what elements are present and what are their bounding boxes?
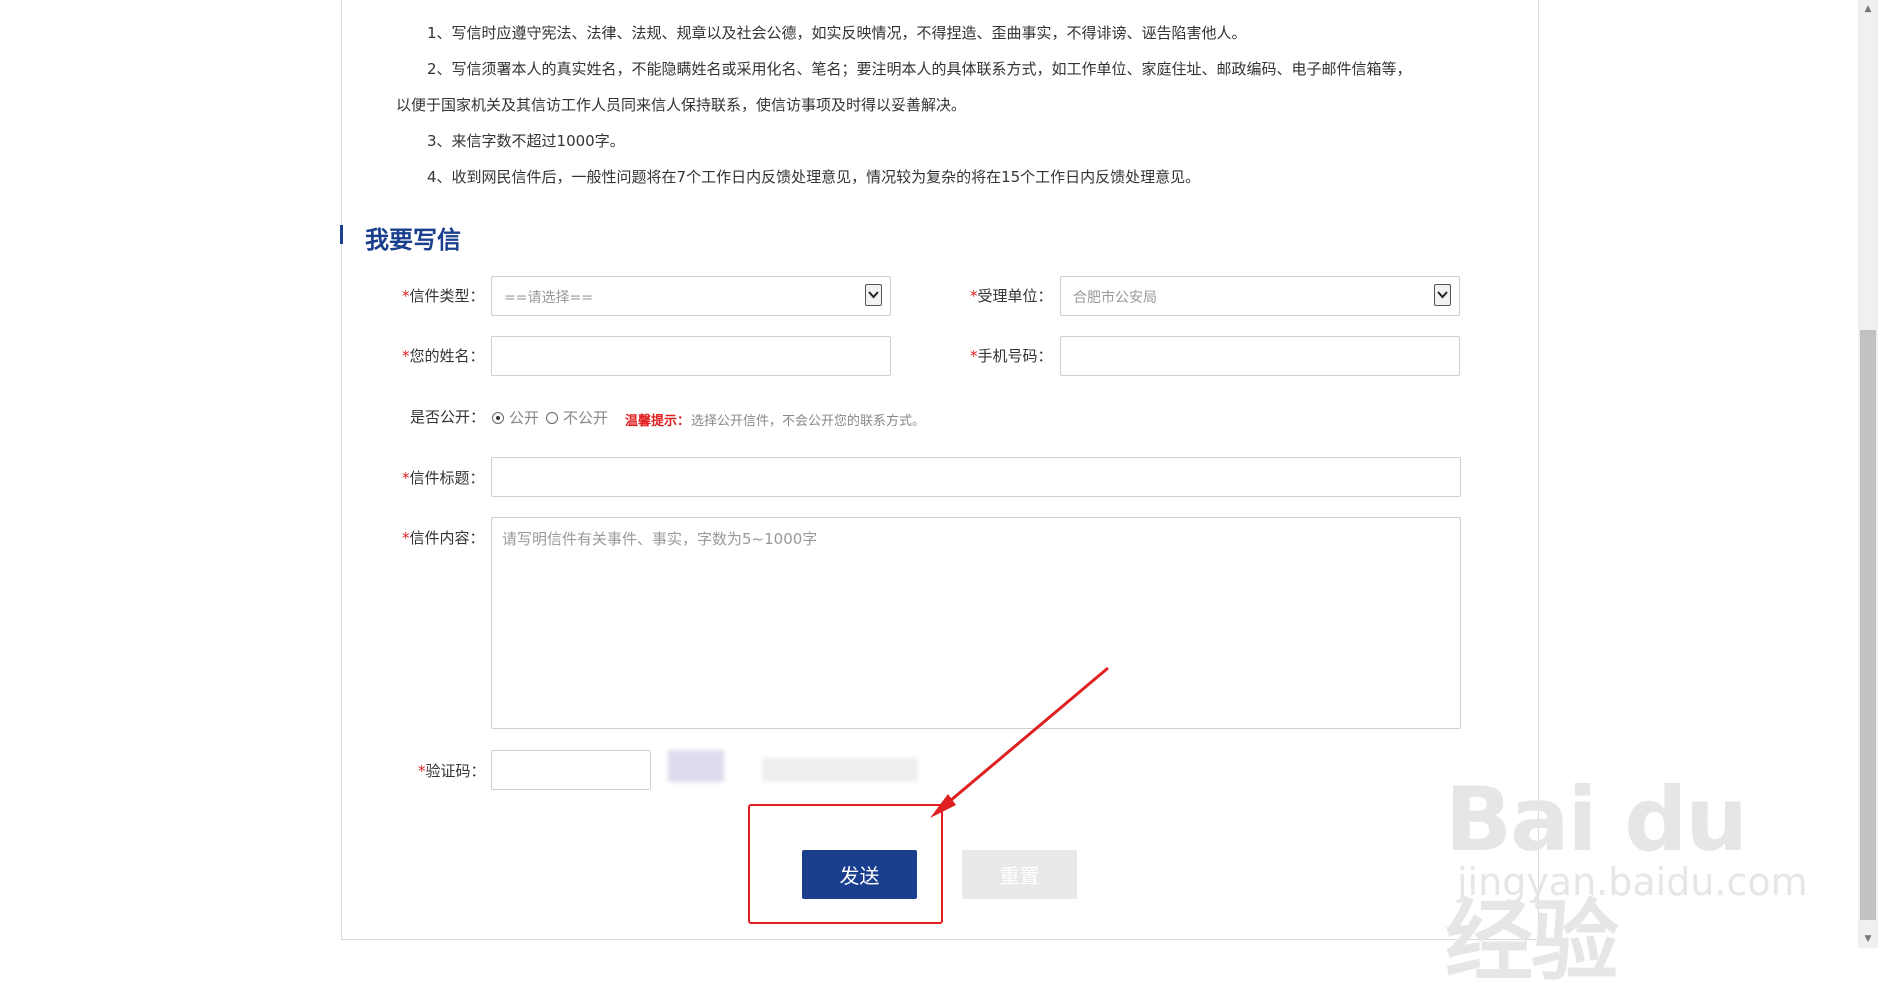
scrollbar-thumb[interactable] [1860, 330, 1876, 920]
baidu-jingyan-watermark: Bai du 经验 jingyan.baidu.com [1445, 740, 1808, 993]
vertical-scrollbar[interactable]: ▲ ▼ [1858, 0, 1878, 948]
scroll-up-icon[interactable]: ▲ [1858, 0, 1878, 18]
scroll-down-icon[interactable]: ▼ [1858, 930, 1878, 948]
watermark-sub: jingyan.baidu.com [1457, 860, 1808, 904]
